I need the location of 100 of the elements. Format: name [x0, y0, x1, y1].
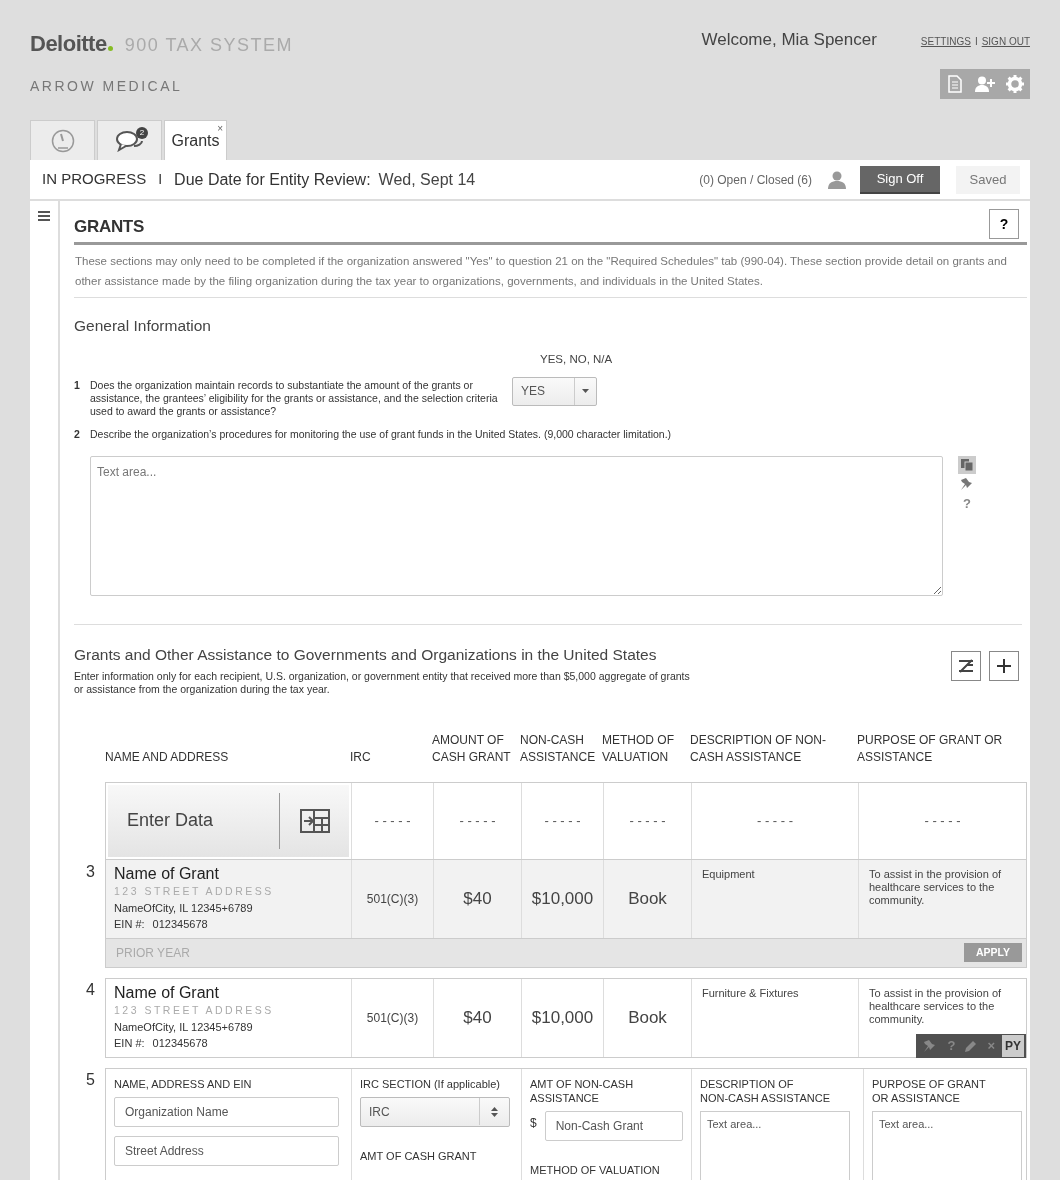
due-date-label: Due Date for Entity Review: [174, 169, 371, 190]
currency-sign: $ [530, 1114, 537, 1132]
empty-value: - - - - - [756, 812, 794, 830]
grant-name: Name of Grant [114, 863, 219, 884]
irc-value: 501(C)(3) [366, 1009, 419, 1027]
question-text: Does the organization maintain records to substantiate the amount of the grants or assistance, the grantees’ eligibility for the grants or assistance, and the selection criteria used to award the grants or assistance? [90, 378, 499, 418]
help-button[interactable]: ? [989, 209, 1019, 239]
field-label: NAME, ADDRESS AND EIN [114, 1076, 253, 1091]
header-link[interactable]: SETTINGS [920, 36, 971, 47]
plus-icon [997, 658, 1011, 673]
tab-close-icon[interactable]: × [217, 121, 223, 136]
description-value: Equipment [702, 867, 755, 881]
logo-dot-icon [107, 46, 113, 51]
noncash-amount: $10,000 [531, 888, 594, 910]
noncash-amount: $10,000 [531, 1007, 594, 1029]
spinner-arrows-icon [491, 1106, 498, 1117]
column-header: METHOD OF VALUATION [602, 731, 675, 766]
purpose-value: To assist in the provision of healthcare services to the community. [869, 986, 1003, 1026]
question-text: Describe the organization’s procedures for monitoring the use of grant funds in the United States. (9,000 character limitation.) [90, 427, 672, 441]
text-input[interactable]: Organization Name [114, 1096, 339, 1127]
due-date: Wed, Sept 14 [378, 169, 476, 190]
caret-icon [582, 389, 589, 393]
subsection-title: General Information [74, 316, 212, 336]
document-button[interactable] [940, 68, 970, 99]
ein-value: 012345678 [152, 1036, 208, 1049]
section-title: GRANTS [74, 215, 144, 238]
empty-value: - - - - - [629, 812, 666, 830]
text-area[interactable]: Text area... [90, 455, 943, 596]
pin-icon [923, 1039, 938, 1052]
tab[interactable]: 2 [97, 120, 162, 160]
description-text: Enter information only for each recipient, U.S. organization, or government entity that received more than $5,000 aggregate of grants or assistance from the organization during the tax year. [74, 669, 691, 696]
notification-badge: 2 [136, 127, 148, 139]
valuation-method: Book [628, 1007, 667, 1029]
intro-text: These sections may only need to be completed if the organization answered "Yes" to question 21 on the "Required Schedules" tab (990-04). These section provide detail on grants and other assistance made by the filing organization during the tax year to organizations, governments, and individuals in the United States. [74, 245, 1027, 298]
answer-dropdown[interactable]: YES [512, 376, 597, 406]
column-header: IRC [350, 748, 372, 766]
pin-icon[interactable] [960, 477, 974, 490]
empty-value: - - - - - [374, 812, 411, 830]
add-user-icon [975, 75, 995, 92]
copy-icon [961, 458, 973, 471]
field-label: PURPOSE OF GRANT OR ASSISTANCE [872, 1076, 987, 1105]
sign-off-button[interactable]: Sign Off [860, 165, 940, 194]
grant-name: Name of Grant [114, 982, 219, 1003]
field-label: DESCRIPTION OF NON-CASH ASSISTANCE [700, 1076, 831, 1105]
add-button[interactable] [989, 650, 1019, 681]
question-number: 2 [74, 427, 81, 441]
text-input[interactable]: Street Address [114, 1135, 339, 1166]
saved-button[interactable]: Saved [956, 165, 1020, 194]
pencil-icon [965, 1039, 978, 1052]
valuation-method: Book [628, 888, 667, 910]
answer-header: YES, NO, N/A [540, 352, 614, 368]
amount-input[interactable]: Non-Cash Grant [544, 1110, 683, 1141]
table-import-icon [299, 808, 330, 833]
column-header: NAME AND ADDRESS [105, 748, 230, 766]
chat-icon [115, 129, 144, 152]
ein-label: EIN #: [114, 1036, 145, 1049]
cash-amount: $40 [463, 1007, 492, 1029]
tab[interactable] [30, 120, 95, 160]
cash-amount: $40 [463, 888, 492, 910]
subsection-title: Grants and Other Assistance to Governments and Organizations in the United States [74, 644, 658, 665]
field-label: AMT OF NON-CASH ASSISTANCE [530, 1076, 635, 1105]
link-separator: I [974, 36, 978, 47]
ein-label: EIN #: [114, 917, 145, 930]
client-name: ARROW MEDICAL [30, 77, 184, 96]
empty-value: - - - - - [459, 812, 496, 830]
help-icon[interactable]: ? [963, 493, 971, 513]
field-label: AMT OF CASH GRANT [360, 1148, 478, 1163]
street-address: 123 STREET ADDRESS [114, 883, 274, 899]
remove-percent-button[interactable] [951, 650, 981, 681]
column-header: NON-CASH ASSISTANCE [520, 731, 597, 766]
street-address: 123 STREET ADDRESS [114, 1002, 274, 1018]
settings-button[interactable] [1000, 68, 1030, 99]
prior-year-label: PRIOR YEAR [116, 944, 190, 962]
settings-icon [1006, 74, 1024, 93]
irc-dropdown[interactable]: IRC [360, 1096, 510, 1127]
text-area[interactable]: Text area... [872, 1110, 1022, 1180]
prior-year-button[interactable]: PY [1002, 1034, 1024, 1057]
city-text: NameOfCity, IL 12345+6789 [114, 1019, 253, 1035]
row-number: 4 [85, 979, 96, 1000]
irc-value: 501(C)(3) [366, 890, 419, 908]
status-text: IN PROGRESS [42, 169, 147, 190]
logo: Deloitte [30, 30, 107, 58]
empty-value: - - - - - [924, 812, 961, 830]
header-link[interactable]: SIGN OUT [981, 36, 1030, 47]
row-number: 5 [85, 1069, 96, 1090]
row-number: 3 [85, 861, 96, 882]
question-number: 1 [74, 378, 81, 392]
tab[interactable]: Grants × [164, 120, 227, 160]
field-label: METHOD OF VALUATION [530, 1162, 661, 1177]
document-icon [948, 74, 962, 93]
user-icon [828, 170, 846, 189]
copy-button[interactable] [958, 455, 976, 474]
open-closed-count: (0) Open / Closed (6) [699, 171, 812, 189]
menu-icon[interactable] [38, 211, 50, 221]
status-separator: I [158, 170, 163, 189]
welcome-text: Welcome, Mia Spencer [701, 29, 877, 51]
field-label: IRC SECTION (If applicable) [360, 1076, 501, 1091]
text-area[interactable]: Text area... [700, 1110, 850, 1180]
column-header: AMOUNT OF CASH GRANT [432, 731, 512, 766]
enter-data-button[interactable]: Enter Data [108, 784, 349, 857]
